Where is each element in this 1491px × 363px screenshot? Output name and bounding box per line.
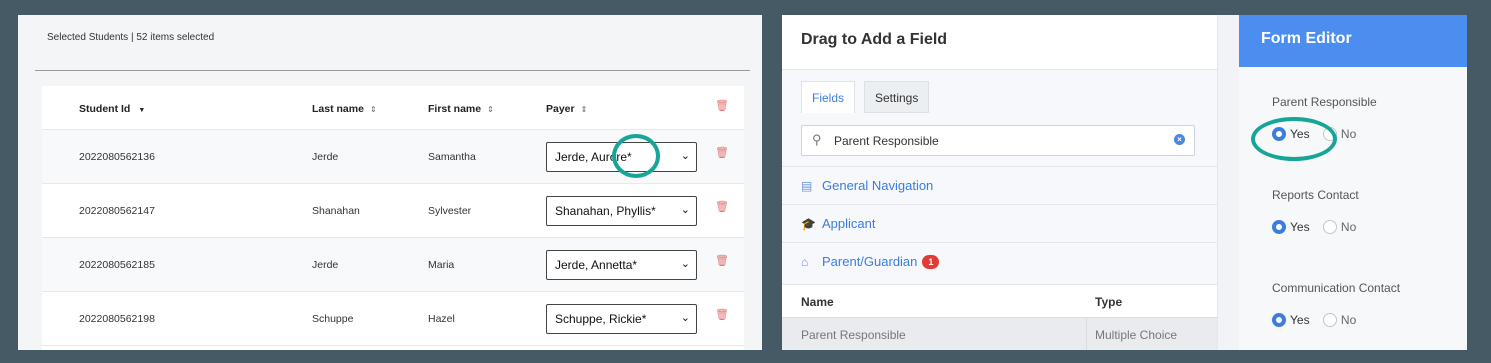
form-editor-title: Form Editor [1239,15,1467,67]
trash-icon[interactable]: 🗑 [715,146,729,159]
trash-icon[interactable]: 🗑 [715,308,729,321]
first-name-cell: Hazel [428,313,455,325]
column-header-first-name[interactable]: First name ⇕ [428,103,494,115]
count-badge: 1 [922,255,940,269]
field-type-cell: Multiple Choice [1095,328,1178,342]
tab-fields[interactable]: Fields [801,81,856,113]
nav-label: Parent/Guardian [822,254,918,269]
highlight-ring [1251,117,1337,161]
yes-radio[interactable] [1272,220,1286,234]
student-payer-panel: Selected Students | 52 items selected St… [18,15,762,350]
search-icon: ⚲ [812,132,822,147]
payer-select-value: Schuppe, Rickie* [555,312,647,326]
field-reports-contact: Reports Contact Yes No [1272,188,1359,234]
panel-title: Drag to Add a Field [801,31,948,48]
no-radio[interactable] [1322,220,1337,234]
last-name-cell: Shanahan [312,205,360,217]
nav-general-navigation[interactable]: ▤ General Navigation [782,166,1217,204]
table-row[interactable]: Parent Responsible Multiple Choice [782,317,1217,350]
last-name-cell: Jerde [312,151,339,163]
column-header-student-id[interactable]: Student Id ▼ [79,103,145,115]
divider [35,70,750,71]
no-label[interactable]: No [1341,313,1356,327]
yes-label[interactable]: Yes [1290,220,1310,234]
no-label[interactable]: No [1341,220,1356,234]
first-name-cell: Samantha [428,151,476,163]
nav-label: General Navigation [822,178,934,193]
nav-label: Applicant [822,216,876,231]
sort-icon[interactable]: ⇕ [581,105,588,114]
search-value: Parent Responsible [834,134,939,148]
student-id-cell: 2022080562185 [79,259,155,271]
yes-label[interactable]: Yes [1290,313,1310,327]
trash-icon[interactable]: 🗑 [715,99,729,112]
sort-icon[interactable]: ⇕ [487,105,494,114]
no-radio[interactable] [1322,313,1337,327]
chevron-down-icon: ⌄ [680,258,690,270]
sort-desc-icon[interactable]: ▼ [138,107,145,114]
highlight-ring [612,134,660,178]
sort-icon[interactable]: ⇕ [370,105,377,114]
field-library-body: Fields Settings ⚲ Parent Responsible × ▤… [782,70,1217,350]
column-separator [1217,15,1239,350]
table-row: 2022080562185 Jerde Maria Jerde, Annetta… [42,238,744,292]
selection-caption: Selected Students | 52 items selected [47,32,215,43]
document-icon: ▤ [801,179,813,193]
column-header-last-name[interactable]: Last name ⇕ [312,103,377,115]
field-table-header: Name Type [782,284,1217,317]
table-header: Student Id ▼ Last name ⇕ First name ⇕ Payer… [42,86,744,130]
field-communication-contact: Communication Contact Yes No [1272,281,1400,327]
tab-settings[interactable]: Settings [864,81,930,113]
clear-icon[interactable]: × [1174,134,1185,145]
field-name-cell: Parent Responsible [801,328,906,342]
payer-select[interactable]: Shanahan, Phyllis* ⌄ [546,196,697,226]
field-label: Reports Contact [1272,188,1359,202]
form-editor: Form Editor Parent Responsible Yes No Re… [1239,15,1467,350]
student-id-cell: 2022080562136 [79,151,155,163]
payer-select[interactable]: Schuppe, Rickie* ⌄ [546,304,697,334]
students-table: Student Id ▼ Last name ⇕ First name ⇕ Payer… [42,86,744,350]
field-search-input[interactable]: ⚲ Parent Responsible × [801,125,1195,156]
type-column-header: Type [1095,295,1123,309]
table-row: 2022080562198 Schuppe Hazel Schuppe, Ric… [42,292,744,346]
chevron-down-icon: ⌄ [680,312,690,324]
yes-radio[interactable] [1272,313,1286,327]
payer-select-value: Jerde, Annetta* [555,258,638,272]
student-id-cell: 2022080562198 [79,313,155,325]
trash-icon[interactable]: 🗑 [715,200,729,213]
field-label: Parent Responsible [1272,95,1377,109]
last-name-cell: Jerde [312,259,339,271]
divider [1086,318,1087,350]
field-library: Drag to Add a Field Fields Settings ⚲ Pa… [782,15,1217,350]
payer-select[interactable]: Jerde, Annetta* ⌄ [546,250,697,280]
nav-applicant[interactable]: 🎓 Applicant [782,204,1217,242]
form-builder-panel: Drag to Add a Field Fields Settings ⚲ Pa… [782,15,1467,350]
field-label: Communication Contact [1272,281,1401,295]
chevron-down-icon: ⌄ [680,150,690,162]
last-name-cell: Schuppe [312,313,354,325]
nav-parent-guardian[interactable]: ⌂ Parent/Guardian 1 [782,242,1217,280]
home-icon: ⌂ [801,255,809,269]
graduation-cap-icon: 🎓 [801,217,816,231]
column-header-payer[interactable]: Payer ⇕ [546,103,587,115]
first-name-cell: Sylvester [428,205,472,217]
chevron-down-icon: ⌄ [680,204,690,216]
table-row: 2022080562147 Shanahan Sylvester Shanaha… [42,184,744,238]
student-id-cell: 2022080562147 [79,205,155,217]
name-column-header: Name [801,295,834,309]
payer-select-value: Shanahan, Phyllis* [555,204,656,218]
trash-icon[interactable]: 🗑 [715,254,729,267]
no-label[interactable]: No [1341,127,1356,141]
first-name-cell: Maria [428,259,455,271]
